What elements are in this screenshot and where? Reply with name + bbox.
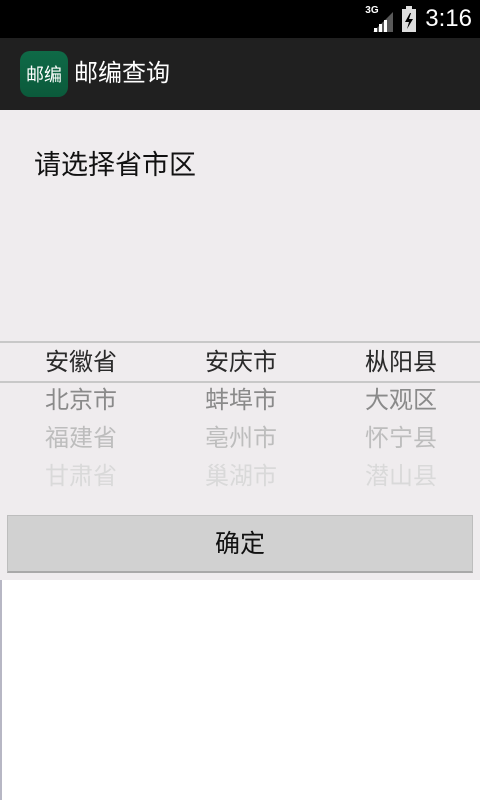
city-wheel[interactable]: 安庆市 蚌埠市 亳州市 巢湖市 <box>161 343 321 495</box>
status-bar: 3G 3:16 <box>0 0 480 38</box>
action-bar: 邮编 邮编查询 <box>0 38 480 110</box>
main-content: 请选择省市区 安徽省 北京市 福建省 甘肃省 安庆市 蚌埠市 亳州市 巢湖市 枞… <box>0 110 480 580</box>
city-item[interactable]: 安庆市 <box>161 343 321 381</box>
city-item[interactable]: 蚌埠市 <box>161 381 321 419</box>
district-item[interactable]: 枞阳县 <box>321 343 480 381</box>
left-edge-divider <box>0 580 2 800</box>
district-item[interactable]: 怀宁县 <box>321 419 480 457</box>
app-title: 邮编查询 <box>74 59 170 87</box>
app-icon-label: 邮编 <box>26 65 62 86</box>
province-item[interactable]: 安徽省 <box>1 343 161 381</box>
clock: 3:16 <box>425 5 472 32</box>
app-icon[interactable]: 邮编 <box>20 51 68 97</box>
signal-icon: 3G <box>365 6 394 32</box>
district-item[interactable]: 大观区 <box>321 381 480 419</box>
city-item[interactable]: 亳州市 <box>161 419 321 457</box>
district-wheel[interactable]: 枞阳县 大观区 怀宁县 潜山县 <box>321 343 480 495</box>
region-picker[interactable]: 安徽省 北京市 福建省 甘肃省 安庆市 蚌埠市 亳州市 巢湖市 枞阳县 大观区 … <box>0 341 480 491</box>
confirm-button[interactable]: 确定 <box>7 515 473 573</box>
province-item[interactable]: 甘肃省 <box>1 457 161 495</box>
city-item[interactable]: 巢湖市 <box>161 457 321 495</box>
province-item[interactable]: 北京市 <box>1 381 161 419</box>
battery-icon <box>402 6 417 32</box>
select-prompt: 请选择省市区 <box>34 150 196 181</box>
district-item[interactable]: 潜山县 <box>321 457 480 495</box>
province-item[interactable]: 福建省 <box>1 419 161 457</box>
province-wheel[interactable]: 安徽省 北京市 福建省 甘肃省 <box>1 343 161 495</box>
